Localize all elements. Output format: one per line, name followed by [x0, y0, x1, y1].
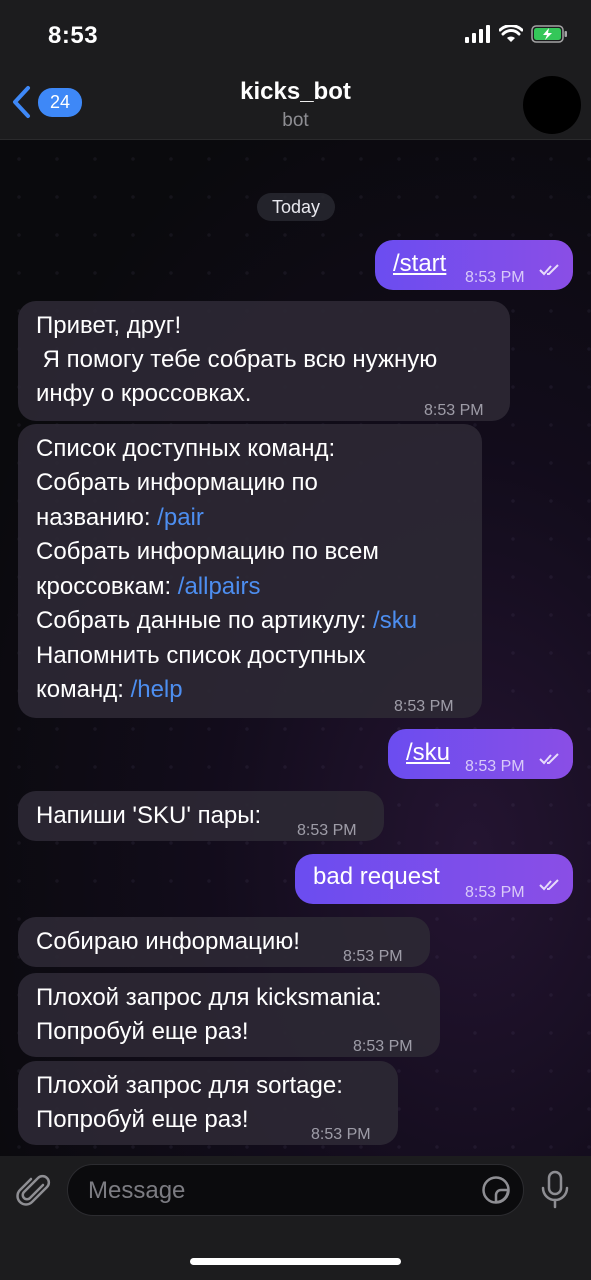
message-input[interactable]	[88, 1177, 468, 1205]
message-time: 8:53 PM	[311, 1126, 371, 1143]
outgoing-message[interactable]: /sku 8:53 PM	[388, 729, 573, 779]
message-text-line: Напомнить список доступных	[36, 642, 366, 669]
message-input-bar	[0, 1156, 591, 1280]
double-check-icon	[539, 264, 559, 276]
message-text-line: Плохой запрос для kicksmania:	[36, 984, 382, 1011]
message-field[interactable]	[67, 1164, 524, 1216]
chat-header: 24 kicks_bot bot	[0, 66, 591, 140]
chat-subtitle: bot	[282, 110, 309, 131]
help-command-link[interactable]: /help	[131, 676, 183, 703]
message-text: Напиши 'SKU' пары:	[36, 802, 262, 829]
message-text: bad request	[313, 863, 440, 890]
signal-icon	[465, 25, 490, 43]
battery-charging-icon	[531, 25, 567, 43]
message-text-line: Плохой запрос для sortage:	[36, 1072, 343, 1099]
message-time: 8:53 PM	[297, 822, 357, 839]
chat-title-area[interactable]: kicks_bot bot	[0, 78, 591, 132]
outgoing-message[interactable]: /start 8:53 PM	[375, 240, 573, 290]
message-time: 8:53 PM	[343, 948, 403, 965]
home-indicator	[190, 1258, 401, 1265]
message-text-line: названию: /pair	[36, 501, 204, 536]
chat-area[interactable]: Today /start 8:53 PM Привет, друг! Я пом…	[0, 140, 591, 1156]
incoming-message[interactable]: Собираю информацию! 8:53 PM	[18, 917, 430, 967]
message-text: Собираю информацию!	[36, 928, 300, 955]
double-check-icon	[539, 879, 559, 891]
double-check-icon	[539, 753, 559, 765]
message-text-line: Собрать данные по артикулу: /sku	[36, 604, 417, 639]
message-time: 8:53 PM	[465, 758, 525, 775]
message-text[interactable]: /start	[393, 247, 446, 282]
message-text-line: Собрать информацию по всем	[36, 538, 379, 565]
pair-command-link[interactable]: /pair	[157, 504, 204, 531]
line-text: Собрать данные по артикулу:	[36, 607, 374, 634]
incoming-message[interactable]: Напиши 'SKU' пары: 8:53 PM	[18, 791, 384, 841]
message-time: 8:53 PM	[353, 1038, 413, 1055]
status-time: 8:53	[48, 22, 99, 49]
message-text-line: Список доступных команд:	[36, 435, 336, 462]
incoming-message[interactable]: Список доступных команд: Собрать информа…	[18, 424, 482, 718]
message-text[interactable]: /sku	[406, 736, 450, 771]
line-text: названию:	[36, 504, 158, 531]
status-icons	[465, 24, 569, 44]
message-text-line: инфу о кроссовках.	[36, 380, 252, 407]
microphone-icon[interactable]	[540, 1170, 570, 1210]
allpairs-command-link[interactable]: /allpairs	[178, 573, 261, 600]
incoming-message[interactable]: Плохой запрос для kicksmania: Попробуй е…	[18, 973, 440, 1057]
bot-avatar[interactable]	[523, 76, 581, 134]
message-time: 8:53 PM	[394, 698, 454, 715]
message-time: 8:53 PM	[465, 884, 525, 901]
incoming-message[interactable]: Плохой запрос для sortage: Попробуй еще …	[18, 1061, 398, 1145]
date-separator: Today	[257, 193, 335, 221]
paperclip-icon[interactable]	[16, 1172, 54, 1210]
outgoing-message[interactable]: bad request 8:53 PM	[295, 854, 573, 904]
message-text-line: кроссовкам: /allpairs	[36, 570, 260, 605]
message-text-line: Собрать информацию по	[36, 469, 318, 496]
sticker-icon[interactable]	[481, 1175, 511, 1205]
chat-title: kicks_bot	[240, 78, 351, 105]
message-text-line: Попробуй еще раз!	[36, 1106, 249, 1133]
message-text-line: команд: /help	[36, 673, 183, 708]
message-text-line: Привет, друг!	[36, 312, 182, 339]
message-text-line: Я помогу тебе собрать всю нужную	[36, 346, 438, 373]
line-text: кроссовкам:	[36, 573, 178, 600]
wifi-icon	[499, 25, 523, 42]
message-text-line: Попробуй еще раз!	[36, 1018, 249, 1045]
sku-command-link[interactable]: /sku	[373, 607, 417, 634]
line-text: команд:	[36, 676, 131, 703]
message-time: 8:53 PM	[465, 269, 525, 286]
status-bar: 8:53	[0, 0, 591, 66]
incoming-message[interactable]: Привет, друг! Я помогу тебе собрать всю …	[18, 301, 510, 421]
